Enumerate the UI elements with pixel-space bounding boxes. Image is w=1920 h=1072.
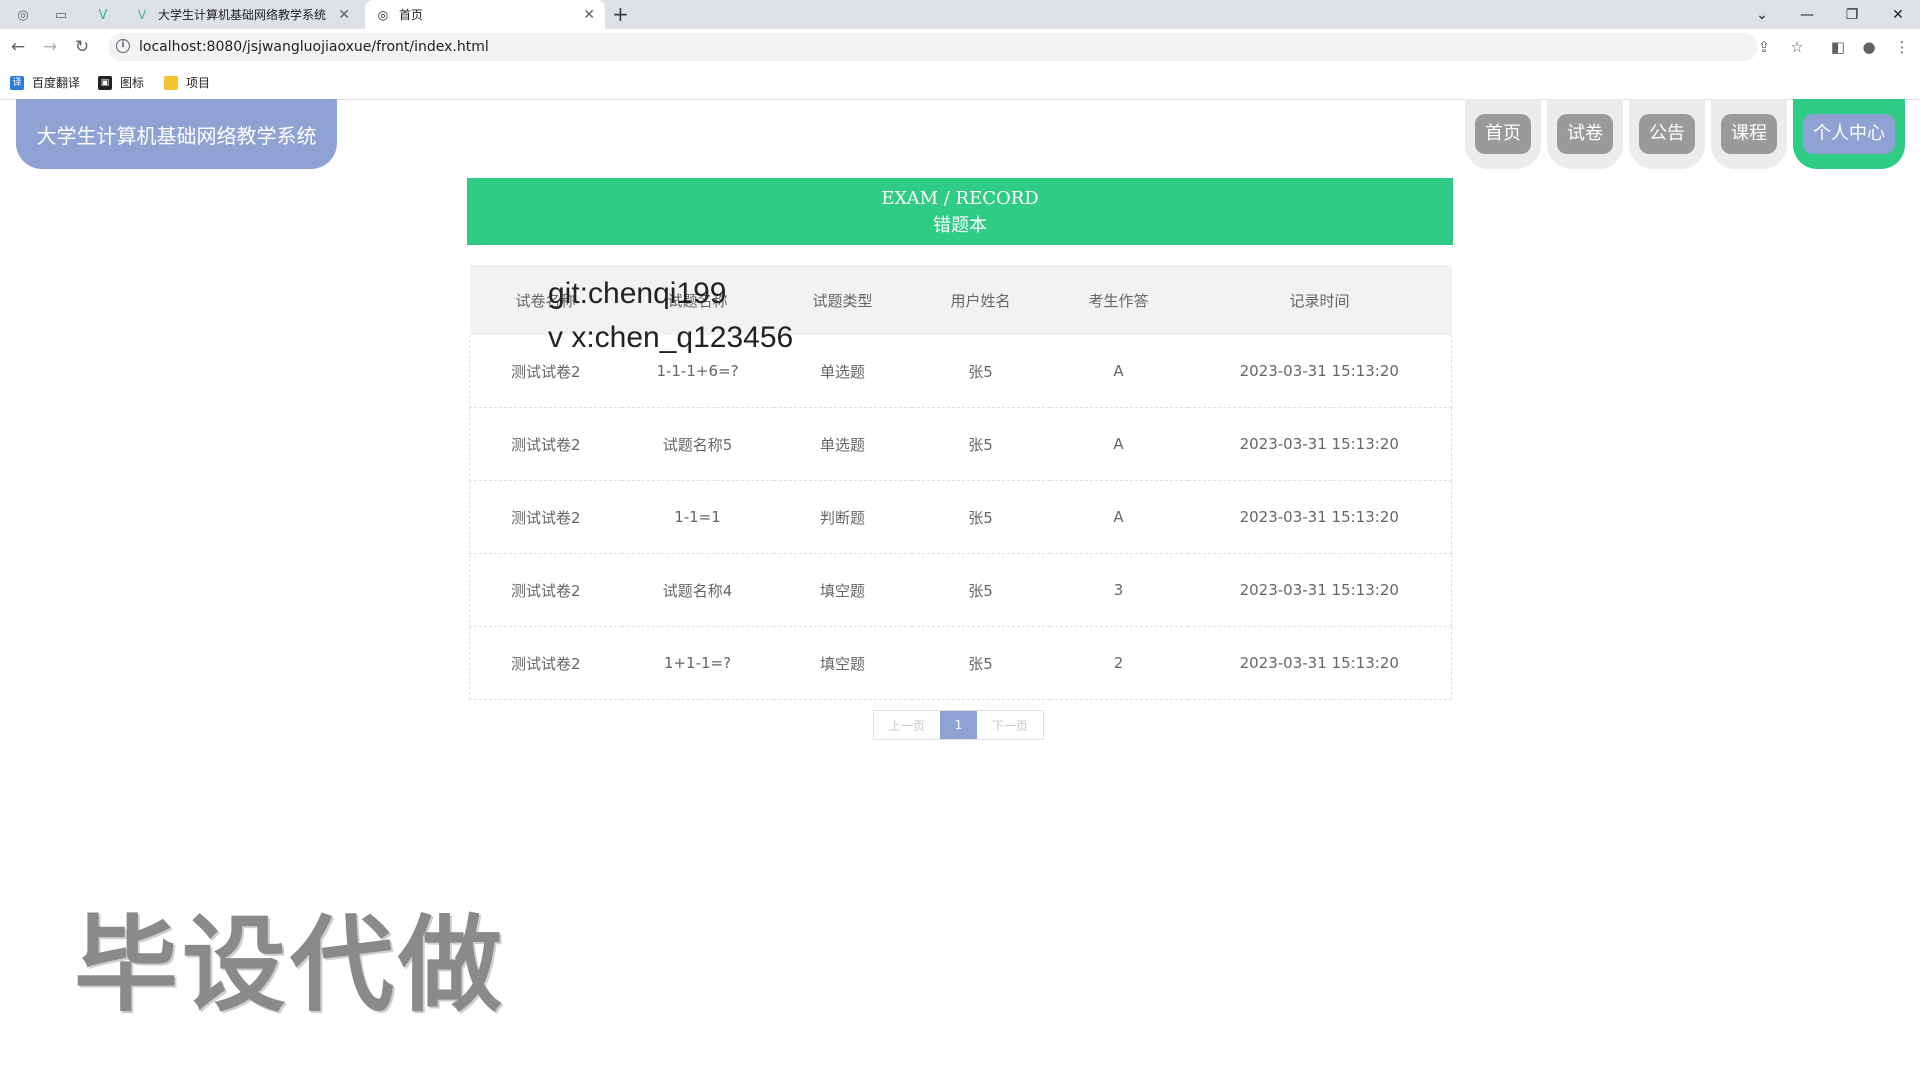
table-cell: 填空题 [773, 553, 912, 627]
table-cell: 测试试卷2 [469, 407, 622, 481]
table-cell: 2 [1049, 626, 1188, 700]
vue-icon: V [137, 7, 147, 22]
info-icon[interactable]: i [116, 39, 130, 53]
watermark-big: 毕设代做 [74, 904, 507, 1026]
table-cell: 试题名称5 [621, 407, 774, 481]
browser-tab-home[interactable]: ◎ 首页 ✕ [365, 0, 605, 29]
table-row[interactable]: 测试试卷2 1-1=1 判断题 张5 A 2023-03-31 15:13:20 [469, 480, 1452, 554]
table-cell: 测试试卷2 [469, 626, 622, 700]
folder-icon [164, 75, 178, 90]
bookmark-star-icon[interactable]: ☆ [1785, 35, 1809, 59]
table-row[interactable]: 测试试卷2 1+1-1=? 填空题 张5 2 2023-03-31 15:13:… [469, 626, 1452, 700]
share-icon[interactable]: ⇪ [1752, 35, 1776, 59]
column-header: 试题类型 [773, 265, 912, 335]
table-cell: 单选题 [773, 335, 912, 408]
reload-icon[interactable]: ↻ [70, 35, 94, 59]
nav-label: 试卷 [1557, 114, 1613, 154]
table-cell: 1+1-1=? [621, 626, 774, 700]
tab-group-icon[interactable]: ▭ [50, 4, 72, 26]
table-cell: 张5 [911, 407, 1050, 481]
table-cell: 3 [1049, 553, 1188, 627]
menu-icon[interactable]: ⋮ [1890, 35, 1914, 59]
bookmark-item[interactable]: 译 百度翻译 [10, 74, 80, 91]
browser-toolbar: ← → ↻ i localhost:8080/jsjwangluojiaoxue… [0, 29, 1920, 66]
prev-page-button[interactable]: 上一页 [874, 711, 940, 739]
minimize-icon[interactable]: — [1785, 0, 1829, 29]
nav-notice[interactable]: 公告 [1629, 99, 1705, 169]
vue-icon[interactable]: V [92, 4, 114, 26]
table-cell: 2023-03-31 15:13:20 [1187, 553, 1452, 627]
restore-icon[interactable]: ❐ [1830, 0, 1874, 29]
column-header: 记录时间 [1187, 265, 1452, 335]
pagination: 上一页 1 下一页 [873, 710, 1044, 740]
table-row[interactable]: 测试试卷2 试题名称5 单选题 张5 A 2023-03-31 15:13:20 [469, 407, 1452, 481]
new-tab-icon[interactable]: + [612, 2, 629, 26]
banner-title-zh: 错题本 [933, 215, 987, 236]
table-cell: 2023-03-31 15:13:20 [1187, 626, 1452, 700]
nav-personal-center[interactable]: 个人中心 [1793, 99, 1905, 169]
table-cell: 张5 [911, 480, 1050, 554]
table-cell: 填空题 [773, 626, 912, 700]
close-icon[interactable]: ✕ [338, 7, 350, 23]
table-cell: A [1049, 407, 1188, 481]
column-header: 考生作答 [1049, 265, 1188, 335]
nav-label: 课程 [1721, 114, 1777, 154]
bookmark-item[interactable]: ▣ 图标 [98, 74, 144, 91]
bookmark-label: 项目 [186, 76, 211, 90]
back-icon[interactable]: ← [6, 35, 30, 59]
profile-icon[interactable]: ● [1857, 35, 1881, 59]
table-cell: 张5 [911, 335, 1050, 408]
nav-exam[interactable]: 试卷 [1547, 99, 1623, 169]
next-page-button[interactable]: 下一页 [977, 711, 1043, 739]
side-panel-icon[interactable]: ◧ [1826, 35, 1850, 59]
browser-tab-strip: ◎ ▭ V V 大学生计算机基础网络教学系统 ✕ ◎ 首页 ✕ + ⌄ — ❐ … [0, 0, 1920, 29]
table-cell: 测试试卷2 [469, 480, 622, 554]
translate-icon: 译 [10, 75, 24, 90]
tab-search-icon[interactable]: ⌄ [1740, 0, 1784, 29]
table-cell: 2023-03-31 15:13:20 [1187, 407, 1452, 481]
page-number-button[interactable]: 1 [940, 711, 977, 739]
bookmark-label: 百度翻译 [32, 76, 81, 90]
nav-label: 个人中心 [1803, 114, 1895, 154]
nav-label: 公告 [1639, 114, 1695, 154]
table-cell: 单选题 [773, 407, 912, 481]
url-text: localhost:8080/jsjwangluojiaoxue/front/i… [139, 39, 489, 55]
watermark-text: git:chenqi199 v x:chen_q123456 [548, 272, 793, 360]
table-cell: 2023-03-31 15:13:20 [1187, 480, 1452, 554]
table-cell: A [1049, 480, 1188, 554]
banner-title-en: EXAM / RECORD [881, 188, 1039, 209]
table-cell: 张5 [911, 626, 1050, 700]
globe-icon: ◎ [377, 7, 389, 22]
site-logo[interactable]: 大学生计算机基础网络教学系统 [16, 99, 337, 169]
tab-title: 首页 [399, 8, 424, 22]
table-cell: 测试试卷2 [469, 553, 622, 627]
watermark-line: v x:chen_q123456 [548, 321, 794, 354]
forward-icon[interactable]: → [38, 35, 62, 59]
table-cell: 1-1=1 [621, 480, 774, 554]
nav-label: 首页 [1475, 114, 1531, 154]
bookmark-label: 图标 [120, 76, 145, 90]
table-cell: 判断题 [773, 480, 912, 554]
top-nav: 首页 试卷 公告 课程 个人中心 [1459, 99, 1905, 169]
browser-tab-system[interactable]: V 大学生计算机基础网络教学系统 ✕ [124, 0, 360, 29]
page-banner: EXAM / RECORD 错题本 [467, 178, 1453, 245]
bookmarks-bar: 译 百度翻译 ▣ 图标 项目 [0, 66, 1920, 100]
tab-title: 大学生计算机基础网络教学系统 [158, 8, 327, 22]
close-window-icon[interactable]: ✕ [1876, 0, 1920, 29]
table-cell: A [1049, 335, 1188, 408]
close-icon[interactable]: ✕ [583, 7, 595, 23]
table-cell: 张5 [911, 553, 1050, 627]
column-header: 用户姓名 [911, 265, 1050, 335]
table-row[interactable]: 测试试卷2 试题名称4 填空题 张5 3 2023-03-31 15:13:20 [469, 553, 1452, 627]
globe-icon[interactable]: ◎ [12, 4, 34, 26]
watermark-line: git:chenqi199 [548, 277, 727, 310]
bookmark-item[interactable]: 项目 [164, 74, 210, 91]
table-cell: 2023-03-31 15:13:20 [1187, 335, 1452, 408]
address-bar[interactable]: i localhost:8080/jsjwangluojiaoxue/front… [108, 33, 1758, 61]
nav-home[interactable]: 首页 [1465, 99, 1541, 169]
image-icon: ▣ [98, 75, 112, 90]
table-cell: 试题名称4 [621, 553, 774, 627]
nav-course[interactable]: 课程 [1711, 99, 1787, 169]
